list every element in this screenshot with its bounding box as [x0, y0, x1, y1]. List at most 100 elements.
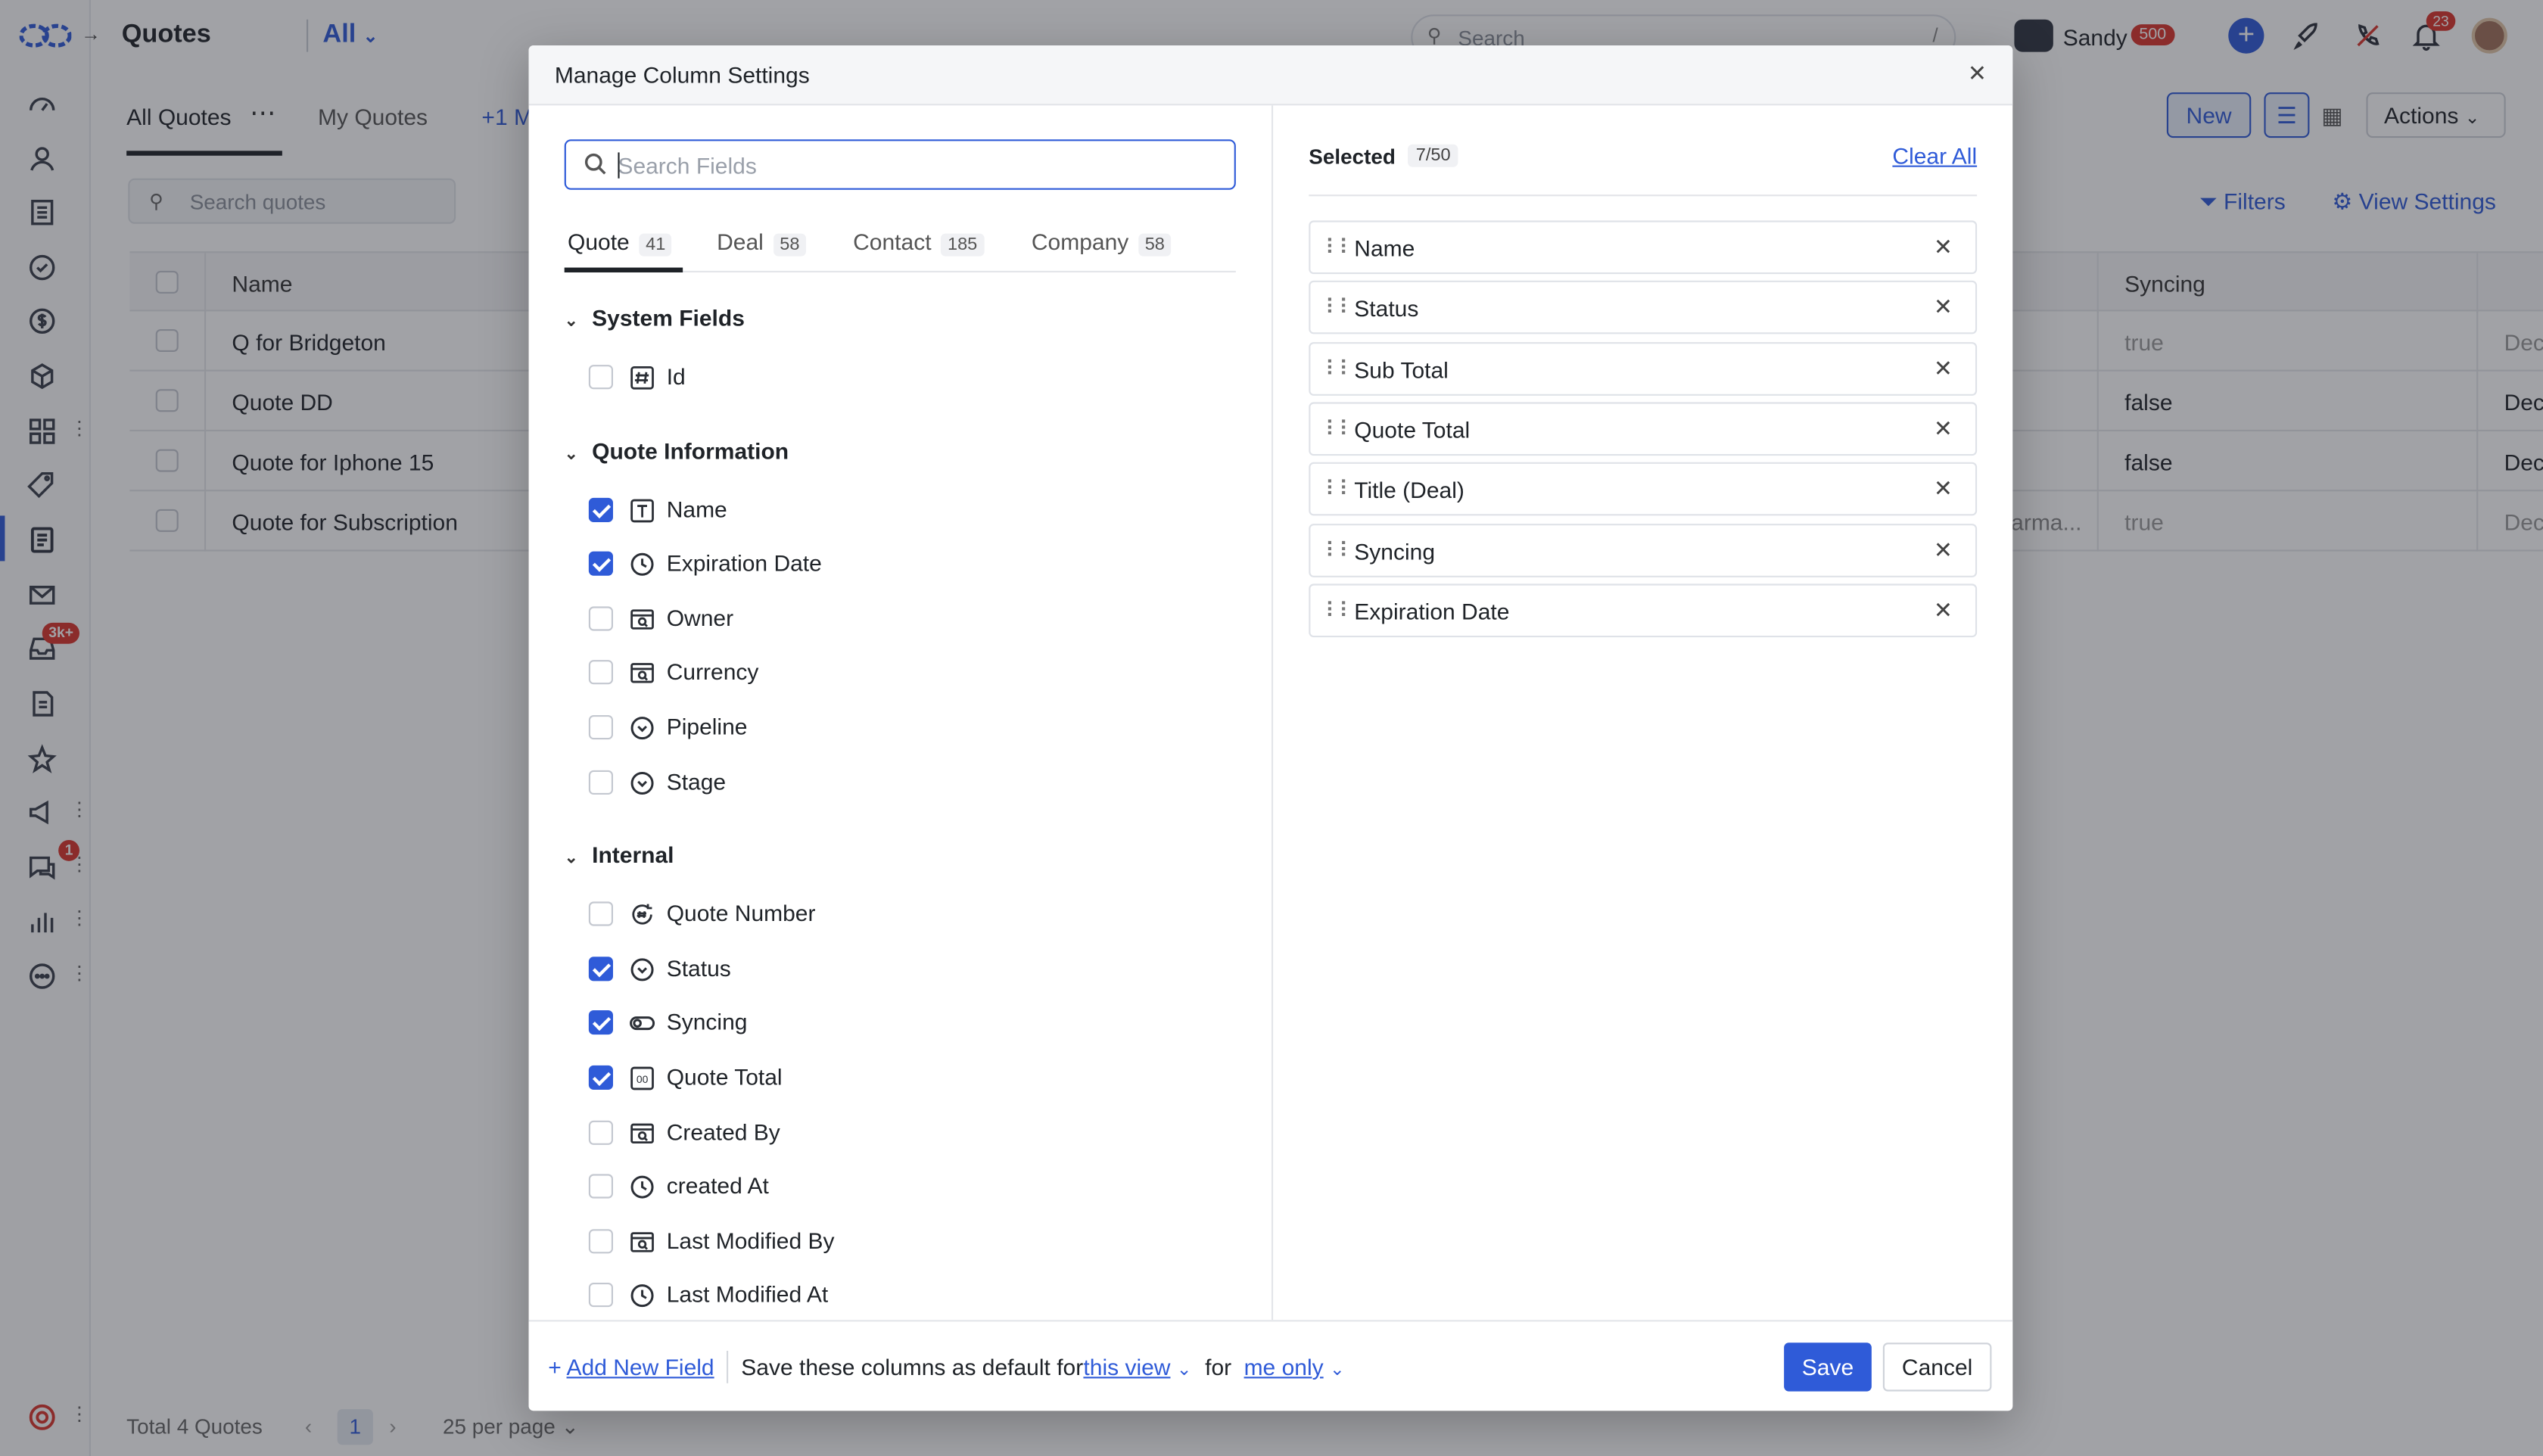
chevron-down-icon: ⌄	[564, 850, 578, 868]
remove-column-icon[interactable]: ✕	[1934, 354, 1953, 381]
drag-handle-icon[interactable]: ⠇⠇	[1325, 235, 1355, 261]
drag-handle-icon[interactable]: ⠇⠇	[1325, 416, 1355, 442]
lookup-icon	[629, 661, 655, 686]
tab-deal-label: Deal	[717, 229, 764, 255]
field-checkbox[interactable]	[588, 1174, 613, 1199]
field-label: Quote Total	[666, 1063, 783, 1090]
tab-contact-count: 185	[941, 233, 984, 257]
remove-column-icon[interactable]: ✕	[1934, 234, 1953, 261]
remove-column-icon[interactable]: ✕	[1934, 294, 1953, 321]
drag-handle-icon[interactable]: ⠇⠇	[1325, 477, 1355, 502]
field-label: Syncing	[666, 1009, 748, 1035]
selected-divider	[1309, 194, 1978, 197]
field-label: Status	[666, 954, 731, 981]
field-checkbox[interactable]	[588, 901, 613, 926]
field-checkbox[interactable]	[588, 1283, 613, 1308]
field-checkbox[interactable]	[588, 365, 613, 390]
drag-handle-icon[interactable]: ⠇⠇	[1325, 356, 1355, 382]
remove-column-icon[interactable]: ✕	[1934, 596, 1953, 624]
clock-icon	[629, 552, 655, 577]
select-icon	[629, 770, 655, 795]
tab-company-count: 58	[1138, 233, 1172, 257]
tab-quote[interactable]: Quote 41	[568, 229, 672, 257]
selected-column-chip[interactable]: ⠇⠇ Name ✕	[1309, 220, 1978, 275]
hash-icon	[629, 365, 655, 390]
save-button[interactable]: Save	[1784, 1342, 1872, 1392]
clear-all-link[interactable]: Clear All	[1892, 143, 1977, 169]
cancel-button[interactable]: Cancel	[1882, 1342, 1992, 1392]
field-checkbox[interactable]	[588, 551, 613, 577]
tab-quote-count: 41	[639, 233, 672, 257]
user-scope-label: me only	[1243, 1354, 1324, 1380]
selected-column-label: Quote Total	[1354, 416, 1471, 443]
autonumber-icon	[629, 902, 655, 928]
drag-handle-icon[interactable]: ⠇⠇	[1325, 598, 1355, 624]
tab-deal[interactable]: Deal 58	[717, 229, 807, 257]
chevron-down-icon: ⌄	[564, 313, 578, 331]
chevron-down-icon: ⌄	[564, 445, 578, 463]
selected-column-label: Syncing	[1354, 537, 1436, 564]
active-tab-underline	[564, 267, 683, 272]
field-label: Owner	[666, 604, 734, 631]
drag-handle-icon[interactable]: ⠇⠇	[1325, 296, 1355, 322]
tab-contact[interactable]: Contact 185	[853, 229, 984, 257]
field-label: Pipeline	[666, 713, 748, 740]
field-checkbox[interactable]	[588, 1119, 613, 1144]
remove-column-icon[interactable]: ✕	[1934, 415, 1953, 442]
selected-column-chip[interactable]: ⠇⠇ Syncing ✕	[1309, 523, 1978, 577]
tab-company[interactable]: Company 58	[1031, 229, 1172, 257]
save-default-text: Save these columns as default for	[741, 1354, 1084, 1380]
clock-icon	[629, 1174, 655, 1200]
section-header[interactable]: ⌄ System Fields	[565, 305, 745, 331]
selected-count: 7/50	[1408, 144, 1459, 167]
section-header[interactable]: ⌄ Internal	[565, 842, 674, 868]
selected-column-chip[interactable]: ⠇⠇ Status ✕	[1309, 281, 1978, 335]
field-checkbox[interactable]	[588, 715, 613, 740]
selected-column-label: Expiration Date	[1354, 598, 1510, 624]
modal-footer: + Add New Field Save these columns as de…	[528, 1320, 2013, 1411]
selected-column-chip[interactable]: ⠇⠇ Expiration Date ✕	[1309, 583, 1978, 637]
field-checkbox[interactable]	[588, 605, 613, 631]
drag-handle-icon[interactable]: ⠇⠇	[1325, 537, 1355, 563]
field-label: Last Modified At	[666, 1281, 829, 1308]
field-list: ⌄ System Fields Id ⌄ Quote Information Name Ex…	[565, 288, 1246, 1320]
field-label: Stage	[666, 767, 727, 795]
view-scope-label: this view	[1083, 1354, 1171, 1380]
selected-column-chip[interactable]: ⠇⠇ Quote Total ✕	[1309, 402, 1978, 456]
field-checkbox[interactable]	[588, 1228, 613, 1253]
field-checkbox[interactable]	[588, 1065, 613, 1090]
add-new-field-label: Add New Field	[566, 1354, 714, 1380]
selected-heading: Selected	[1309, 144, 1396, 169]
section-title: Internal	[592, 842, 674, 868]
field-checkbox[interactable]	[588, 496, 613, 522]
for-text: for	[1205, 1354, 1232, 1380]
section-header[interactable]: ⌄ Quote Information	[565, 437, 789, 463]
selected-column-label: Status	[1354, 295, 1419, 322]
field-label: Currency	[666, 658, 759, 686]
panel-divider	[1272, 105, 1274, 1321]
tab-company-label: Company	[1031, 229, 1129, 255]
field-checkbox[interactable]	[588, 956, 613, 981]
selected-column-chip[interactable]: ⠇⠇ Title (Deal) ✕	[1309, 462, 1978, 516]
lookup-icon	[629, 1229, 655, 1255]
section-title: Quote Information	[592, 437, 789, 463]
object-tabs: Quote 41 Deal 58 Contact 185 Company 58	[564, 224, 1236, 272]
lookup-icon	[629, 606, 655, 632]
search-fields-input[interactable]	[618, 148, 1219, 184]
view-scope-dropdown[interactable]: this view ⌄	[1083, 1354, 1191, 1380]
remove-column-icon[interactable]: ✕	[1934, 475, 1953, 502]
selected-column-label: Sub Total	[1354, 356, 1449, 382]
remove-column-icon[interactable]: ✕	[1934, 536, 1953, 563]
section-title: System Fields	[592, 304, 745, 331]
chevron-down-icon: ⌄	[1329, 1360, 1345, 1380]
field-label: Last Modified By	[666, 1227, 835, 1253]
selected-column-chip[interactable]: ⠇⠇ Sub Total ✕	[1309, 341, 1978, 395]
field-label: Name	[666, 495, 727, 522]
user-scope-dropdown[interactable]: me only ⌄	[1244, 1354, 1345, 1380]
field-checkbox[interactable]	[588, 769, 613, 795]
add-new-field-link[interactable]: + Add New Field	[548, 1354, 714, 1380]
field-checkbox[interactable]	[588, 660, 613, 686]
close-icon[interactable]: ✕	[1968, 60, 1987, 87]
select-icon	[629, 715, 655, 741]
field-checkbox[interactable]	[588, 1010, 613, 1035]
